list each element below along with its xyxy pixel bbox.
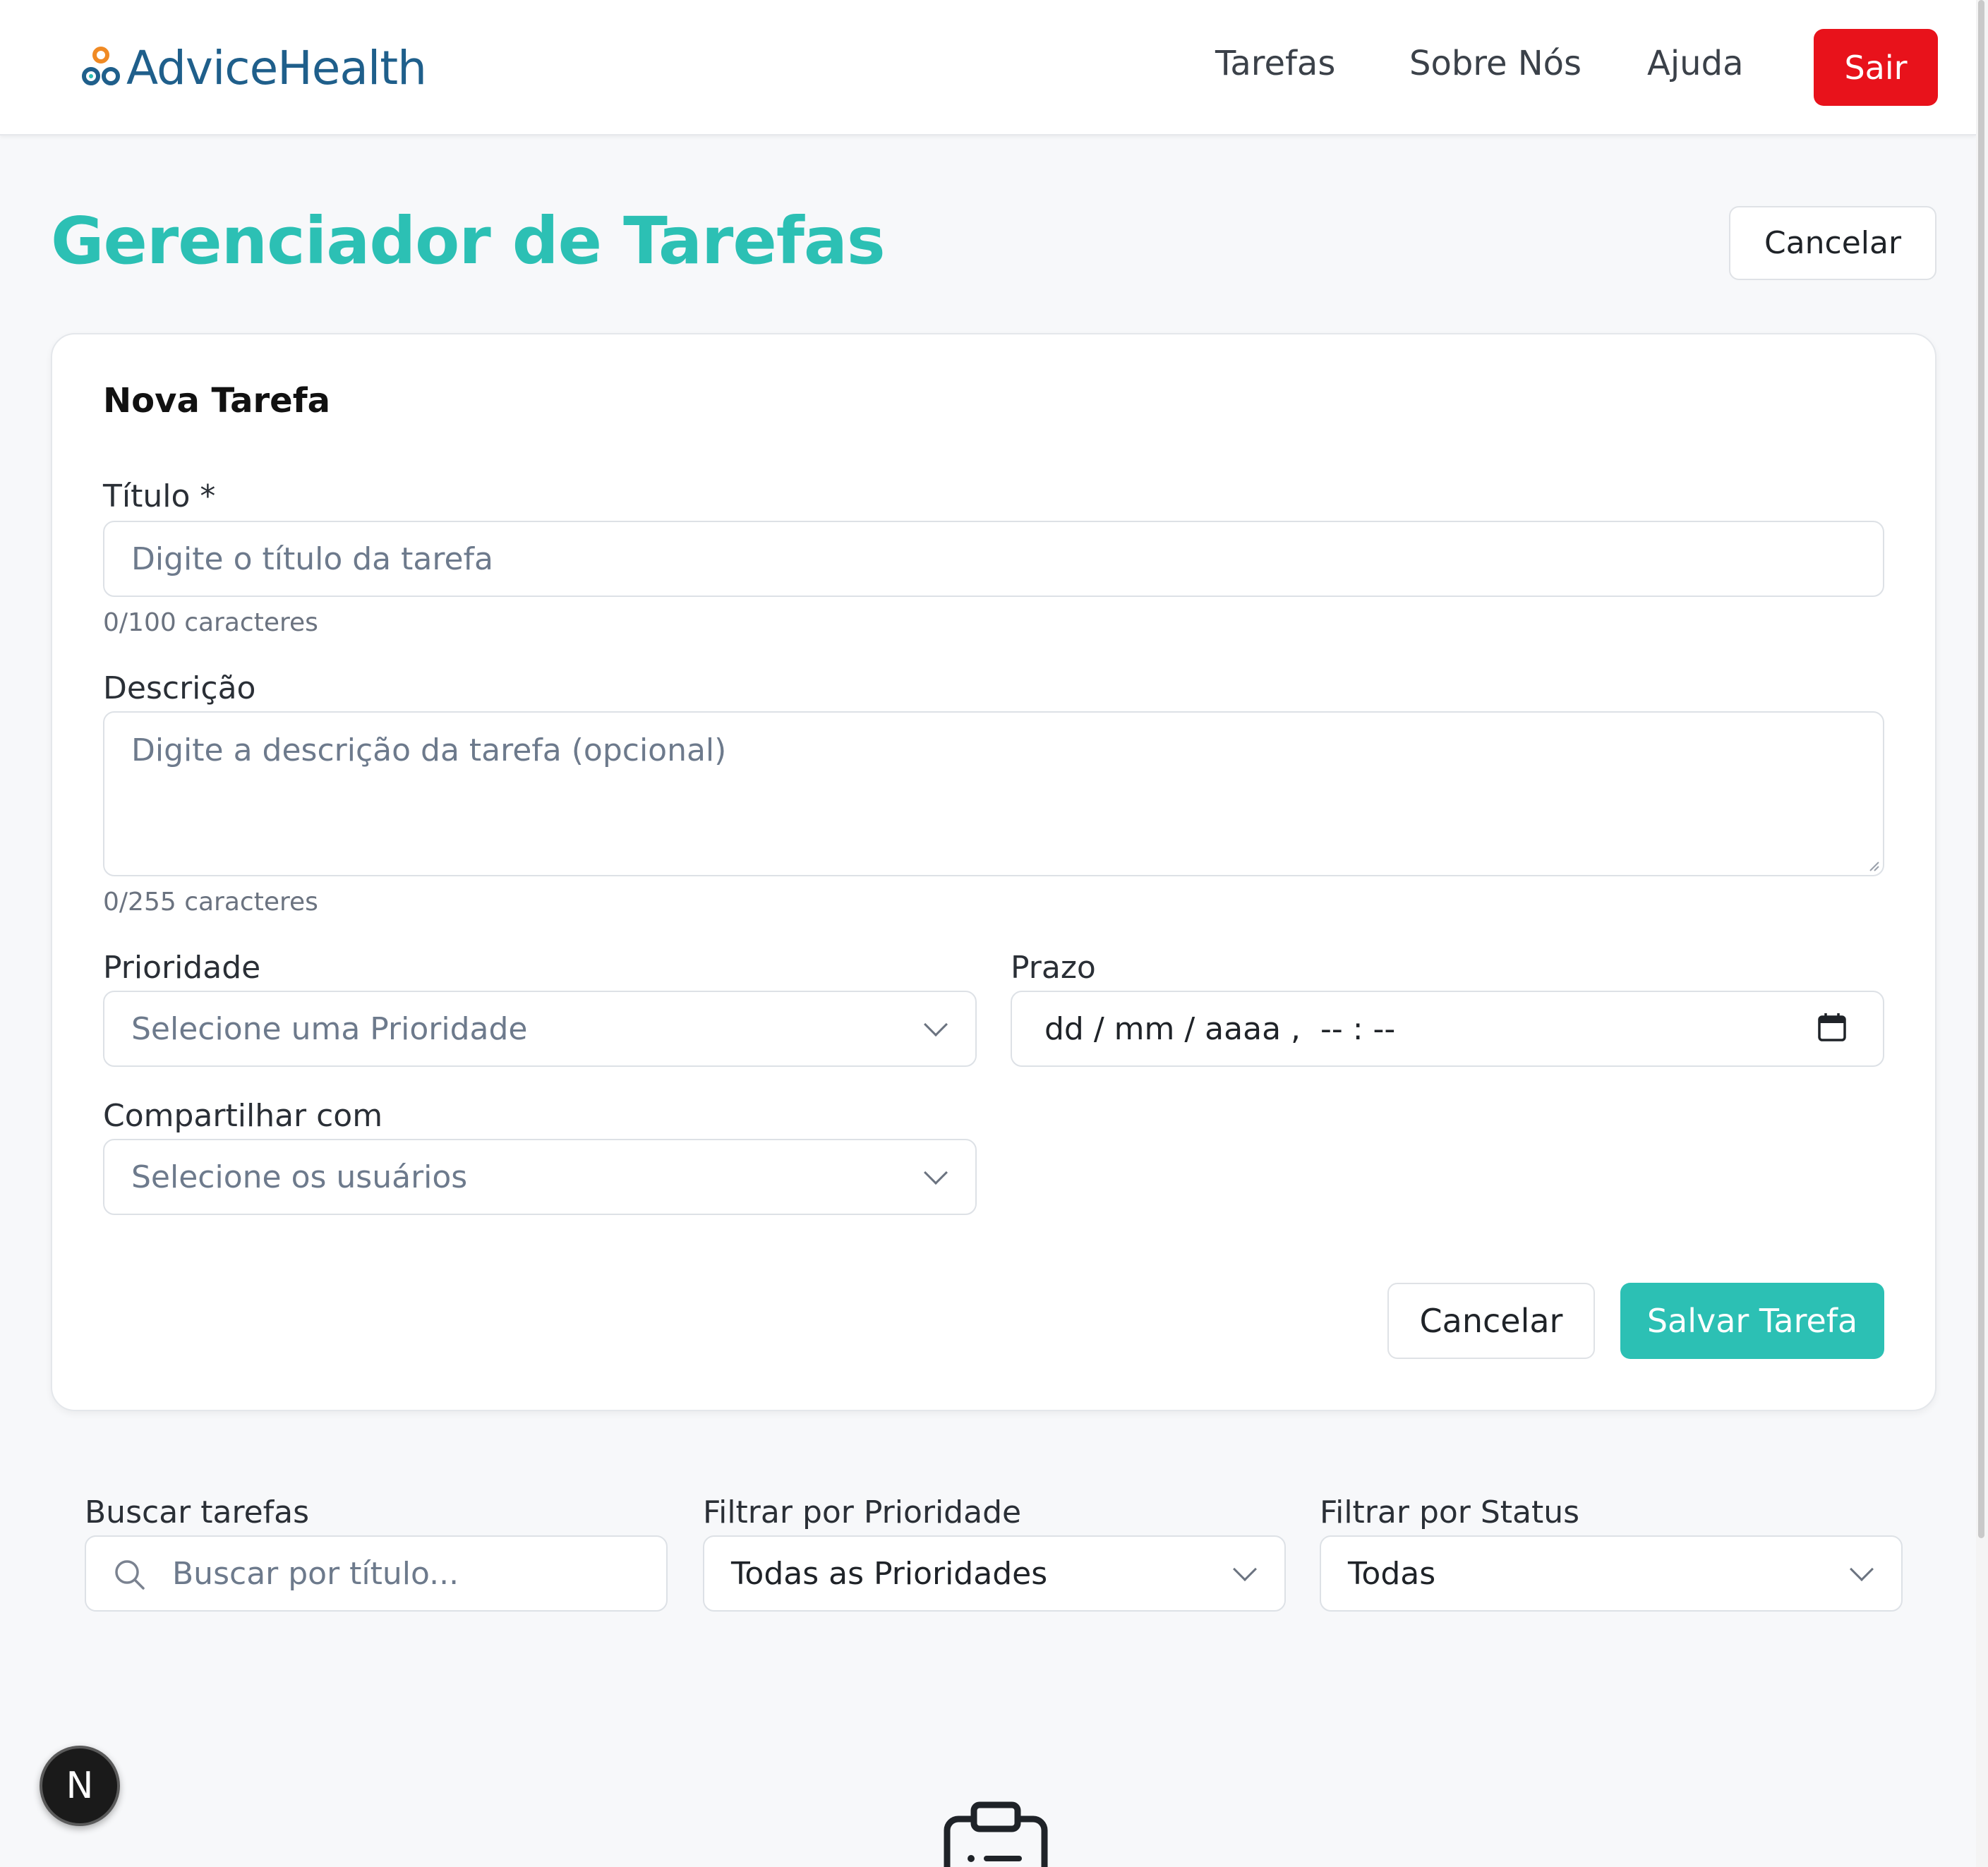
search-label: Buscar tarefas [85,1494,310,1530]
share-select-value: Selecione os usuários [131,1159,468,1195]
search-input[interactable]: Buscar por título... [85,1535,668,1612]
deadline-label: Prazo [1011,950,1096,986]
top-navbar: AdviceHealth Tarefas Sobre Nós Ajuda Sai… [0,0,1976,135]
clipboard-icon [944,1801,1048,1867]
status-filter-value: Todas [1348,1555,1436,1592]
deadline-input[interactable]: dd / mm / aaaa , -- : -- [1011,991,1884,1067]
calendar-icon[interactable] [1817,1012,1848,1043]
priority-filter-value: Todas as Prioridades [731,1555,1048,1592]
share-users-select[interactable]: Selecione os usuários [103,1139,977,1215]
chevron-down-icon [924,1161,948,1185]
chevron-down-icon [924,1013,948,1037]
dev-tools-badge[interactable]: N [40,1746,120,1826]
priority-select-value: Selecione uma Prioridade [131,1010,528,1047]
status-filter-label: Filtrar por Status [1320,1494,1580,1530]
nav-link-ajuda[interactable]: Ajuda [1647,44,1743,83]
description-label: Descrição [103,670,256,706]
priority-filter-select[interactable]: Todas as Prioridades [703,1535,1286,1612]
deadline-value: dd / mm / aaaa , -- : -- [1044,1010,1396,1047]
page-title: Gerenciador de Tarefas [51,203,886,279]
nav-link-tarefas[interactable]: Tarefas [1215,44,1335,83]
logout-button[interactable]: Sair [1814,29,1938,106]
brand-logo[interactable]: AdviceHealth [81,40,427,96]
share-label: Compartilhar com [103,1098,383,1134]
description-placeholder: Digite a descrição da tarefa (opcional) [131,732,727,768]
logo-icon [82,47,120,85]
page: AdviceHealth Tarefas Sobre Nós Ajuda Sai… [0,0,1988,1867]
chevron-down-icon [1233,1557,1257,1581]
description-char-counter: 0/255 caracteres [103,888,318,917]
save-task-button[interactable]: Salvar Tarefa [1620,1283,1884,1359]
priority-select[interactable]: Selecione uma Prioridade [103,991,977,1067]
priority-label: Prioridade [103,950,261,986]
cancel-button[interactable]: Cancelar [1387,1283,1595,1359]
form-heading: Nova Tarefa [103,381,330,421]
description-textarea[interactable]: Digite a descrição da tarefa (opcional) [103,711,1884,876]
title-label: Título * [103,478,216,514]
priority-filter-label: Filtrar por Prioridade [703,1494,1022,1530]
nav-link-sobre-nos[interactable]: Sobre Nós [1409,44,1582,83]
cancel-top-button[interactable]: Cancelar [1729,206,1936,280]
status-filter-select[interactable]: Todas [1320,1535,1903,1612]
title-char-counter: 0/100 caracteres [103,608,318,637]
resize-grip-icon[interactable] [1867,859,1880,872]
title-input[interactable]: Digite o título da tarefa [103,521,1884,597]
chevron-down-icon [1850,1557,1874,1581]
search-icon [115,1560,145,1590]
brand-name: AdviceHealth [126,40,427,95]
search-placeholder: Buscar por título... [172,1555,459,1592]
scrollbar-thumb[interactable] [1978,0,1984,1538]
